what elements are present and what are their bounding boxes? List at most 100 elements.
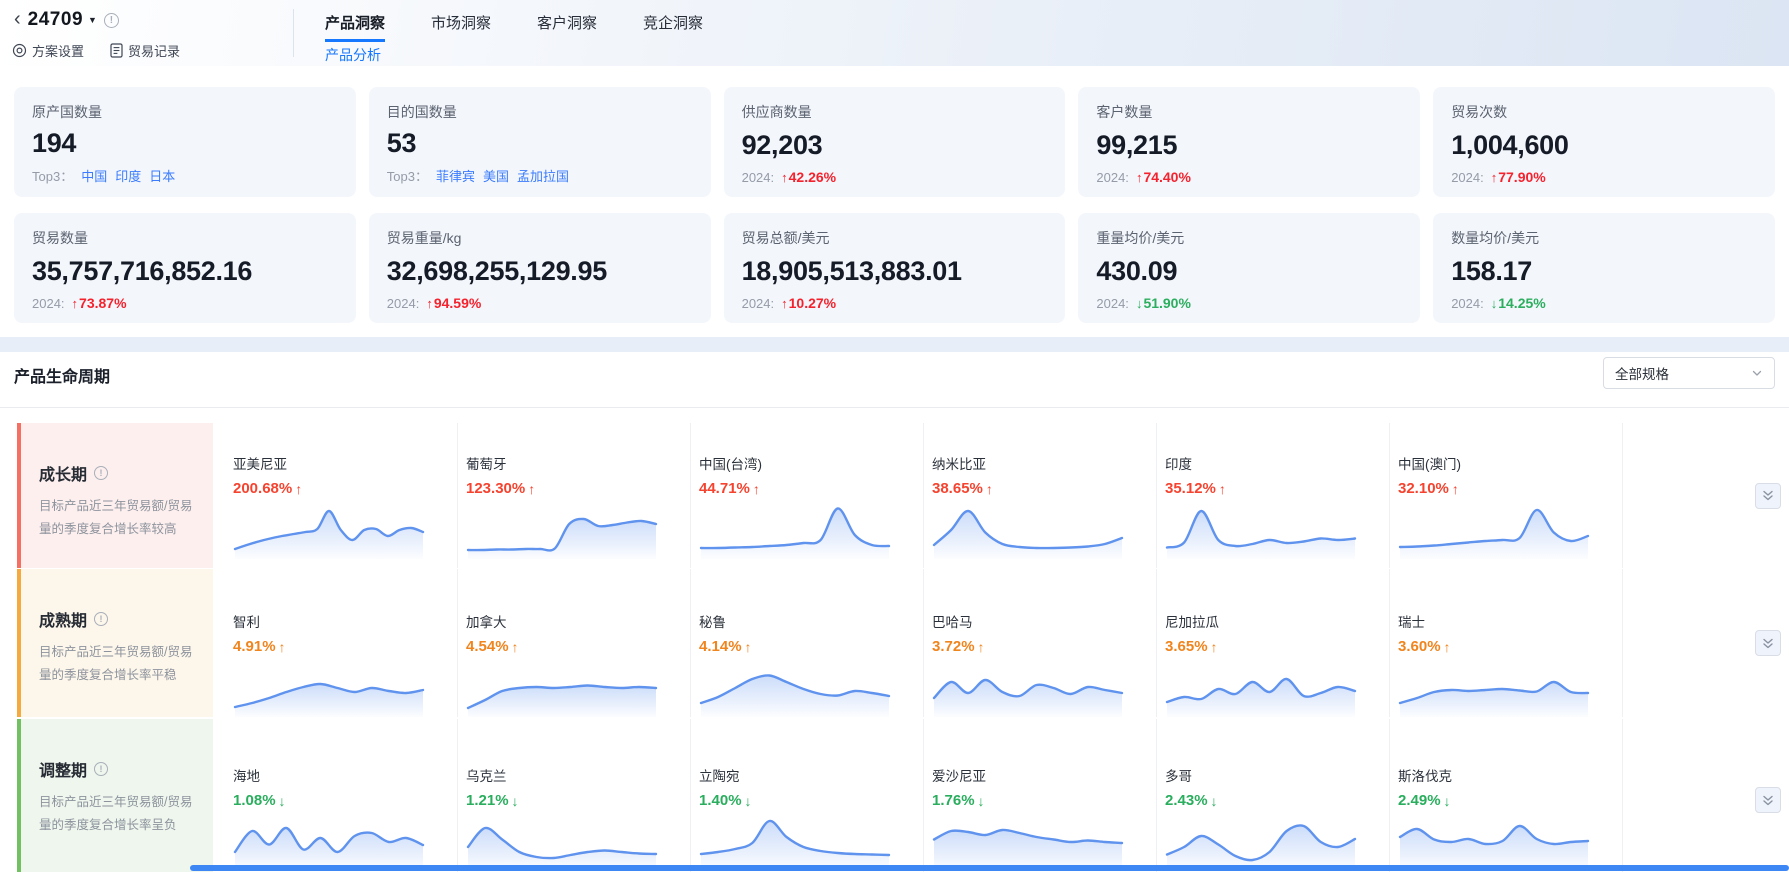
growth-rate-value: 3.65%: [1165, 638, 1208, 655]
trend-sparkline: [1165, 655, 1371, 717]
trend-sparkline: [1165, 497, 1371, 564]
expand-row-button[interactable]: [1755, 630, 1781, 656]
arrow-up-icon: ↑: [781, 296, 788, 311]
growth-rate: 44.71%↑: [699, 480, 905, 497]
top3-country-link[interactable]: 美国: [483, 166, 509, 185]
country-name: 中国(澳门): [1398, 453, 1604, 473]
main-tabs: 产品洞察 市场洞察 客户洞察 竞企洞察: [325, 0, 703, 42]
country-cell[interactable]: 秘鲁4.14%↑: [691, 569, 924, 717]
country-cell[interactable]: 海地1.08%↓: [225, 719, 458, 872]
growth-rate-value: 1.21%: [466, 792, 509, 809]
country-cell[interactable]: 多哥2.43%↓: [1157, 719, 1390, 872]
country-cell[interactable]: 瑞士3.60%↑: [1390, 569, 1623, 717]
stat-card: 贸易次数1,004,6002024:↑77.90%: [1433, 87, 1775, 197]
expand-row-button[interactable]: [1755, 787, 1781, 813]
chevron-down-icon[interactable]: ▼: [88, 15, 97, 25]
stat-title: 原产国数量: [32, 102, 338, 122]
top3-country-link[interactable]: 日本: [149, 166, 175, 185]
arrow-up-icon: ↑: [1491, 170, 1498, 185]
stat-footer: 2024:↑42.26%: [742, 169, 1048, 185]
arrow-up-icon: ↑: [426, 296, 433, 311]
plan-settings-link[interactable]: 方案设置: [12, 41, 84, 60]
tab-0[interactable]: 产品洞察: [325, 0, 385, 42]
trend-percent: 42.26%: [789, 169, 836, 185]
lifecycle-label-growth: 成长期 ! 目标产品近三年贸易额/贸易量的季度复合增长率较高: [17, 423, 213, 568]
stat-value: 158.17: [1451, 256, 1757, 287]
country-cell[interactable]: 立陶宛1.40%↓: [691, 719, 924, 872]
country-name: 纳米比亚: [932, 453, 1138, 473]
growth-rate-value: 1.08%: [233, 792, 276, 809]
growth-rate-value: 4.54%: [466, 638, 509, 655]
country-name: 亚美尼亚: [233, 453, 439, 473]
info-icon[interactable]: !: [104, 13, 119, 28]
country-cell[interactable]: 纳米比亚38.65%↑: [924, 423, 1157, 568]
plan-settings-label: 方案设置: [32, 41, 84, 60]
top3-country-link[interactable]: 菲律宾: [436, 166, 475, 185]
country-name: 立陶宛: [699, 765, 905, 785]
empty-column: [1623, 719, 1723, 872]
growth-rate-value: 1.40%: [699, 792, 742, 809]
country-cell[interactable]: 乌克兰1.21%↓: [458, 719, 691, 872]
country-cell[interactable]: 印度35.12%↑: [1157, 423, 1390, 568]
arrow-down-icon: ↓: [1211, 793, 1218, 809]
lifecycle-stage-name: 成长期 !: [39, 461, 199, 485]
plan-id[interactable]: 24709: [28, 9, 83, 31]
tab-1[interactable]: 市场洞察: [431, 0, 491, 42]
growth-rate: 32.10%↑: [1398, 480, 1604, 497]
info-icon[interactable]: !: [94, 612, 108, 626]
tab-3[interactable]: 竞企洞察: [643, 0, 703, 42]
horizontal-scrollbar-thumb[interactable]: [190, 865, 1789, 871]
country-cell[interactable]: 爱沙尼亚1.76%↓: [924, 719, 1157, 872]
stat-footer: 2024:↓51.90%: [1096, 295, 1402, 311]
info-icon[interactable]: !: [94, 762, 108, 776]
country-cell[interactable]: 巴哈马3.72%↑: [924, 569, 1157, 717]
top3-label: Top3：: [32, 166, 73, 185]
trend-percent: 14.25%: [1498, 295, 1545, 311]
trend-down: ↓14.25%: [1491, 295, 1546, 311]
growth-rate: 4.91%↑: [233, 638, 439, 655]
country-cell[interactable]: 亚美尼亚200.68%↑: [225, 423, 458, 568]
trend-sparkline: [932, 497, 1138, 564]
empty-column: [1623, 569, 1723, 717]
stat-value: 1,004,600: [1451, 130, 1757, 161]
top3-country-link[interactable]: 印度: [115, 166, 141, 185]
tab-2[interactable]: 客户洞察: [537, 0, 597, 42]
top3-country-link[interactable]: 中国: [81, 166, 107, 185]
year-label: 2024:: [1096, 170, 1129, 185]
stat-footer: 2024:↑73.87%: [32, 295, 338, 311]
arrow-up-icon: ↑: [978, 639, 985, 655]
country-name: 多哥: [1165, 765, 1371, 785]
stat-row-1: 贸易数量35,757,716,852.162024:↑73.87%贸易重量/kg…: [14, 213, 1775, 323]
country-name: 斯洛伐克: [1398, 765, 1604, 785]
tab-product-analysis[interactable]: 产品分析: [325, 45, 381, 65]
country-cell[interactable]: 加拿大4.54%↑: [458, 569, 691, 717]
country-name: 葡萄牙: [466, 453, 672, 473]
arrow-down-icon: ↓: [279, 793, 286, 809]
stage-name-text: 成长期: [39, 461, 87, 485]
country-cell[interactable]: 葡萄牙123.30%↑: [458, 423, 691, 568]
expand-row-button[interactable]: [1755, 483, 1781, 509]
plan-selector[interactable]: ‹ 24709 ▼ !: [14, 9, 119, 31]
top3-country-link[interactable]: 孟加拉国: [517, 166, 569, 185]
trend-sparkline: [466, 497, 672, 564]
stat-value: 53: [387, 128, 693, 159]
growth-rate: 3.65%↑: [1165, 638, 1371, 655]
lifecycle-cells: 亚美尼亚200.68%↑葡萄牙123.30%↑中国(台湾)44.71%↑纳米比亚…: [225, 423, 1723, 568]
trend-sparkline: [1398, 655, 1604, 717]
country-cell[interactable]: 中国(澳门) 32.10%↑: [1390, 423, 1623, 568]
trend-sparkline: [1165, 809, 1371, 872]
country-cell[interactable]: 中国(台湾)44.71%↑: [691, 423, 924, 568]
year-label: 2024:: [32, 296, 65, 311]
growth-rate-value: 200.68%: [233, 480, 292, 497]
growth-rate: 4.54%↑: [466, 638, 672, 655]
spec-filter-select[interactable]: 全部规格: [1603, 357, 1775, 389]
section-divider: [0, 337, 1789, 352]
back-icon[interactable]: ‹: [14, 9, 21, 29]
trend-percent: 73.87%: [79, 295, 126, 311]
country-cell[interactable]: 尼加拉瓜3.65%↑: [1157, 569, 1390, 717]
trend-up: ↑77.90%: [1491, 169, 1546, 185]
info-icon[interactable]: !: [94, 466, 108, 480]
trade-records-link[interactable]: 贸易记录: [110, 41, 180, 60]
country-cell[interactable]: 智利4.91%↑: [225, 569, 458, 717]
country-cell[interactable]: 斯洛伐克2.49%↓: [1390, 719, 1623, 872]
